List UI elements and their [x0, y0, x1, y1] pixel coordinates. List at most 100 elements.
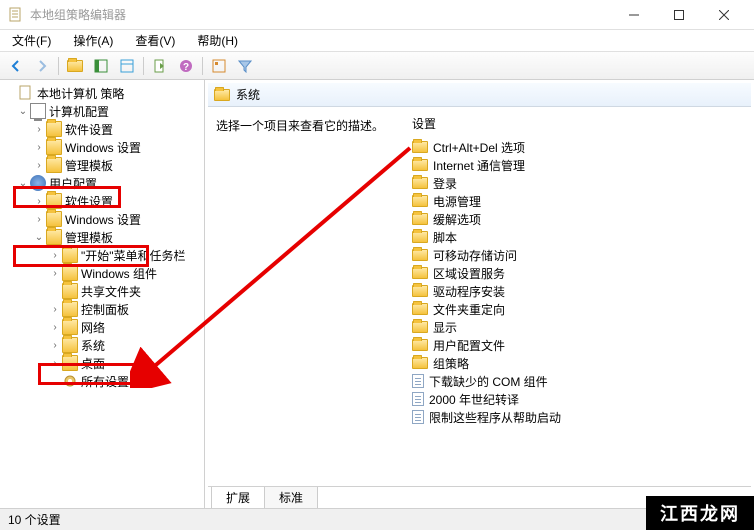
- tree-cc-windows[interactable]: ›Windows 设置: [2, 138, 202, 156]
- tab-extended[interactable]: 扩展: [211, 487, 265, 508]
- policy-icon: [412, 410, 424, 424]
- up-button[interactable]: [63, 55, 87, 77]
- options-button[interactable]: [207, 55, 231, 77]
- column-header[interactable]: 设置: [408, 113, 751, 138]
- tree-cc-templates[interactable]: ›管理模板: [2, 156, 202, 174]
- settings-list[interactable]: 设置 Ctrl+Alt+Del 选项 Internet 通信管理 登录 电源管理…: [408, 113, 751, 486]
- menu-bar: 文件(F) 操作(A) 查看(V) 帮助(H): [0, 30, 754, 52]
- svg-text:?: ?: [183, 62, 189, 73]
- list-item[interactable]: 用户配置文件: [408, 336, 751, 354]
- folder-icon: [412, 195, 428, 207]
- policy-icon: [412, 392, 424, 406]
- list-item[interactable]: 区域设置服务: [408, 264, 751, 282]
- menu-action[interactable]: 操作(A): [67, 30, 119, 51]
- toolbar-separator: [58, 57, 59, 75]
- folder-icon: [412, 357, 428, 369]
- app-icon: [8, 7, 24, 23]
- folder-icon: [46, 157, 62, 173]
- list-item[interactable]: 限制这些程序从帮助启动: [408, 408, 751, 426]
- tree-uc-wincomp[interactable]: ›Windows 组件: [2, 264, 202, 282]
- main-area: 本地计算机 策略 ⌄计算机配置 ›软件设置 ›Windows 设置 ›管理模板 …: [0, 80, 754, 508]
- tree-uc-desktop[interactable]: ›桌面: [2, 354, 202, 372]
- tree-cc-software[interactable]: ›软件设置: [2, 120, 202, 138]
- tree-uc-start[interactable]: ›"开始"菜单和任务栏: [2, 246, 202, 264]
- list-item[interactable]: 缓解选项: [408, 210, 751, 228]
- properties-button[interactable]: [115, 55, 139, 77]
- forward-button[interactable]: [30, 55, 54, 77]
- list-item[interactable]: 组策略: [408, 354, 751, 372]
- folder-icon: [46, 193, 62, 209]
- folder-icon: [412, 285, 428, 297]
- help-button[interactable]: ?: [174, 55, 198, 77]
- list-item[interactable]: 2000 年世纪转译: [408, 390, 751, 408]
- watermark: 江西龙网: [646, 496, 754, 530]
- tree-uc-shared[interactable]: 共享文件夹: [2, 282, 202, 300]
- title-bar: 本地组策略编辑器: [0, 0, 754, 30]
- list-item[interactable]: 电源管理: [408, 192, 751, 210]
- tree-uc-network[interactable]: ›网络: [2, 318, 202, 336]
- tree-uc-templates[interactable]: ⌄管理模板: [2, 228, 202, 246]
- filter-button[interactable]: [233, 55, 257, 77]
- list-item[interactable]: 可移动存储访问: [408, 246, 751, 264]
- list-item[interactable]: 脚本: [408, 228, 751, 246]
- show-hide-tree-button[interactable]: [89, 55, 113, 77]
- folder-icon: [62, 337, 78, 353]
- user-config-icon: [30, 175, 46, 191]
- folder-icon: [412, 177, 428, 189]
- minimize-button[interactable]: [611, 0, 656, 30]
- folder-icon: [62, 265, 78, 281]
- description-text: 选择一个项目来查看它的描述。: [216, 117, 400, 134]
- folder-icon: [46, 121, 62, 137]
- tree-root[interactable]: 本地计算机 策略: [2, 84, 202, 102]
- folder-icon: [412, 303, 428, 315]
- folder-icon: [46, 139, 62, 155]
- toolbar-separator: [202, 57, 203, 75]
- tab-standard[interactable]: 标准: [264, 487, 318, 508]
- folder-icon: [46, 229, 62, 245]
- close-button[interactable]: [701, 0, 746, 30]
- folder-icon: [412, 141, 428, 153]
- folder-icon: [62, 355, 78, 371]
- menu-view[interactable]: 查看(V): [129, 30, 181, 51]
- tree-uc-control[interactable]: ›控制面板: [2, 300, 202, 318]
- window-title: 本地组策略编辑器: [30, 6, 611, 23]
- tree-user-config[interactable]: ⌄用户配置: [2, 174, 202, 192]
- list-item[interactable]: 驱动程序安装: [408, 282, 751, 300]
- tree-uc-windows[interactable]: ›Windows 设置: [2, 210, 202, 228]
- status-count: 10 个设置: [8, 511, 61, 528]
- folder-icon: [62, 301, 78, 317]
- list-item[interactable]: 文件夹重定向: [408, 300, 751, 318]
- maximize-button[interactable]: [656, 0, 701, 30]
- folder-icon: [412, 321, 428, 333]
- folder-icon: [412, 267, 428, 279]
- folder-icon: [214, 89, 230, 101]
- list-item[interactable]: Internet 通信管理: [408, 156, 751, 174]
- list-item[interactable]: 登录: [408, 174, 751, 192]
- folder-icon: [46, 211, 62, 227]
- toolbar-separator: [143, 57, 144, 75]
- folder-icon: [412, 231, 428, 243]
- tree-uc-software[interactable]: ›软件设置: [2, 192, 202, 210]
- list-item[interactable]: Ctrl+Alt+Del 选项: [408, 138, 751, 156]
- policy-icon: [412, 374, 424, 388]
- navigation-tree[interactable]: 本地计算机 策略 ⌄计算机配置 ›软件设置 ›Windows 设置 ›管理模板 …: [0, 80, 205, 508]
- content-header: 系统: [208, 83, 751, 107]
- folder-icon: [62, 283, 78, 299]
- status-bar: 10 个设置: [0, 508, 754, 530]
- content-title: 系统: [236, 86, 260, 103]
- folder-icon: [412, 249, 428, 261]
- list-item[interactable]: 显示: [408, 318, 751, 336]
- tree-computer-config[interactable]: ⌄计算机配置: [2, 102, 202, 120]
- tree-uc-system[interactable]: ›系统: [2, 336, 202, 354]
- toolbar: ?: [0, 52, 754, 80]
- back-button[interactable]: [4, 55, 28, 77]
- menu-file[interactable]: 文件(F): [6, 30, 57, 51]
- folder-icon: [412, 159, 428, 171]
- folder-icon: [412, 213, 428, 225]
- export-button[interactable]: [148, 55, 172, 77]
- folder-icon: [62, 319, 78, 335]
- tree-uc-all[interactable]: 所有设置: [2, 372, 202, 390]
- list-item[interactable]: 下载缺少的 COM 组件: [408, 372, 751, 390]
- content-pane: 系统 选择一个项目来查看它的描述。 设置 Ctrl+Alt+Del 选项 Int…: [205, 80, 754, 508]
- menu-help[interactable]: 帮助(H): [191, 30, 244, 51]
